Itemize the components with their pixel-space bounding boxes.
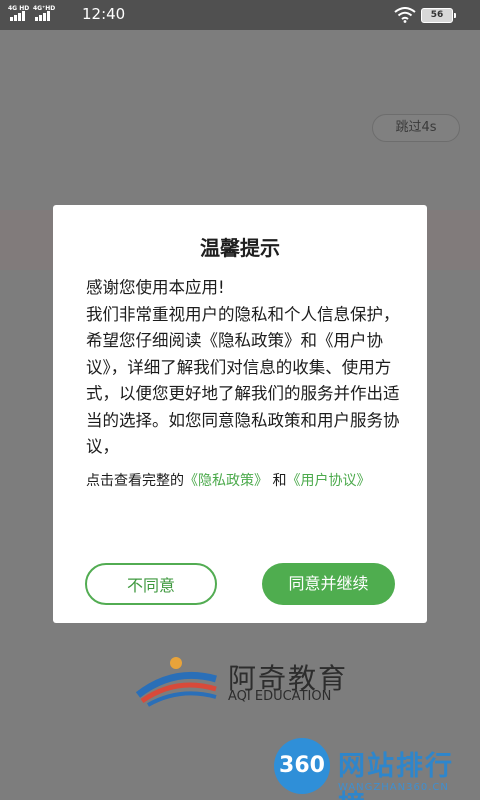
watermark: 360 网站排行榜 WANGZHAN360.CN [274, 738, 480, 800]
dialog-body: 感谢您使用本应用! 我们非常重视用户的隐私和个人信息保护，希望您仔细阅读《隐私政… [86, 275, 406, 461]
watermark-url: WANGZHAN360.CN [338, 782, 449, 793]
battery-level: 56 [430, 10, 444, 20]
watermark-logo: 360 [274, 738, 330, 794]
disagree-button[interactable]: 不同意 [85, 563, 217, 605]
cell-signal-icon: 4G⁺HD [33, 6, 55, 21]
wifi-icon [394, 7, 416, 23]
clock: 12:40 [82, 5, 126, 23]
logo-mark-icon [136, 657, 217, 707]
logo-subtitle: AQI EDUCATION [228, 689, 332, 704]
dialog-paragraph: 我们非常重视用户的隐私和个人信息保护，希望您仔细阅读《隐私政策》和《用户协议》，… [86, 304, 400, 457]
skip-button[interactable]: 跳过4s [372, 114, 460, 142]
privacy-dialog: 温馨提示 感谢您使用本应用! 我们非常重视用户的隐私和个人信息保护，希望您仔细阅… [53, 205, 427, 623]
dialog-footer-text: 点击查看完整的《隐私政策》 和《用户协议》 [86, 467, 406, 495]
dialog-paragraph: 感谢您使用本应用! [86, 278, 225, 297]
status-bar: 4G HD 4G⁺HD 12:40 56 [0, 0, 480, 30]
battery-icon: 56 [421, 8, 456, 23]
privacy-policy-link[interactable]: 《隐私政策》 [184, 473, 268, 489]
dialog-title: 温馨提示 [200, 236, 280, 260]
cell-signal-icon: 4G HD [8, 6, 30, 21]
footer-and: 和 [272, 473, 287, 489]
app-logo: 阿奇教育 AQI EDUCATION [136, 655, 376, 711]
footer-prefix: 点击查看完整的 [86, 473, 184, 489]
agree-continue-button[interactable]: 同意并继续 [262, 563, 395, 605]
user-agreement-link[interactable]: 《用户协议》 [286, 473, 370, 489]
